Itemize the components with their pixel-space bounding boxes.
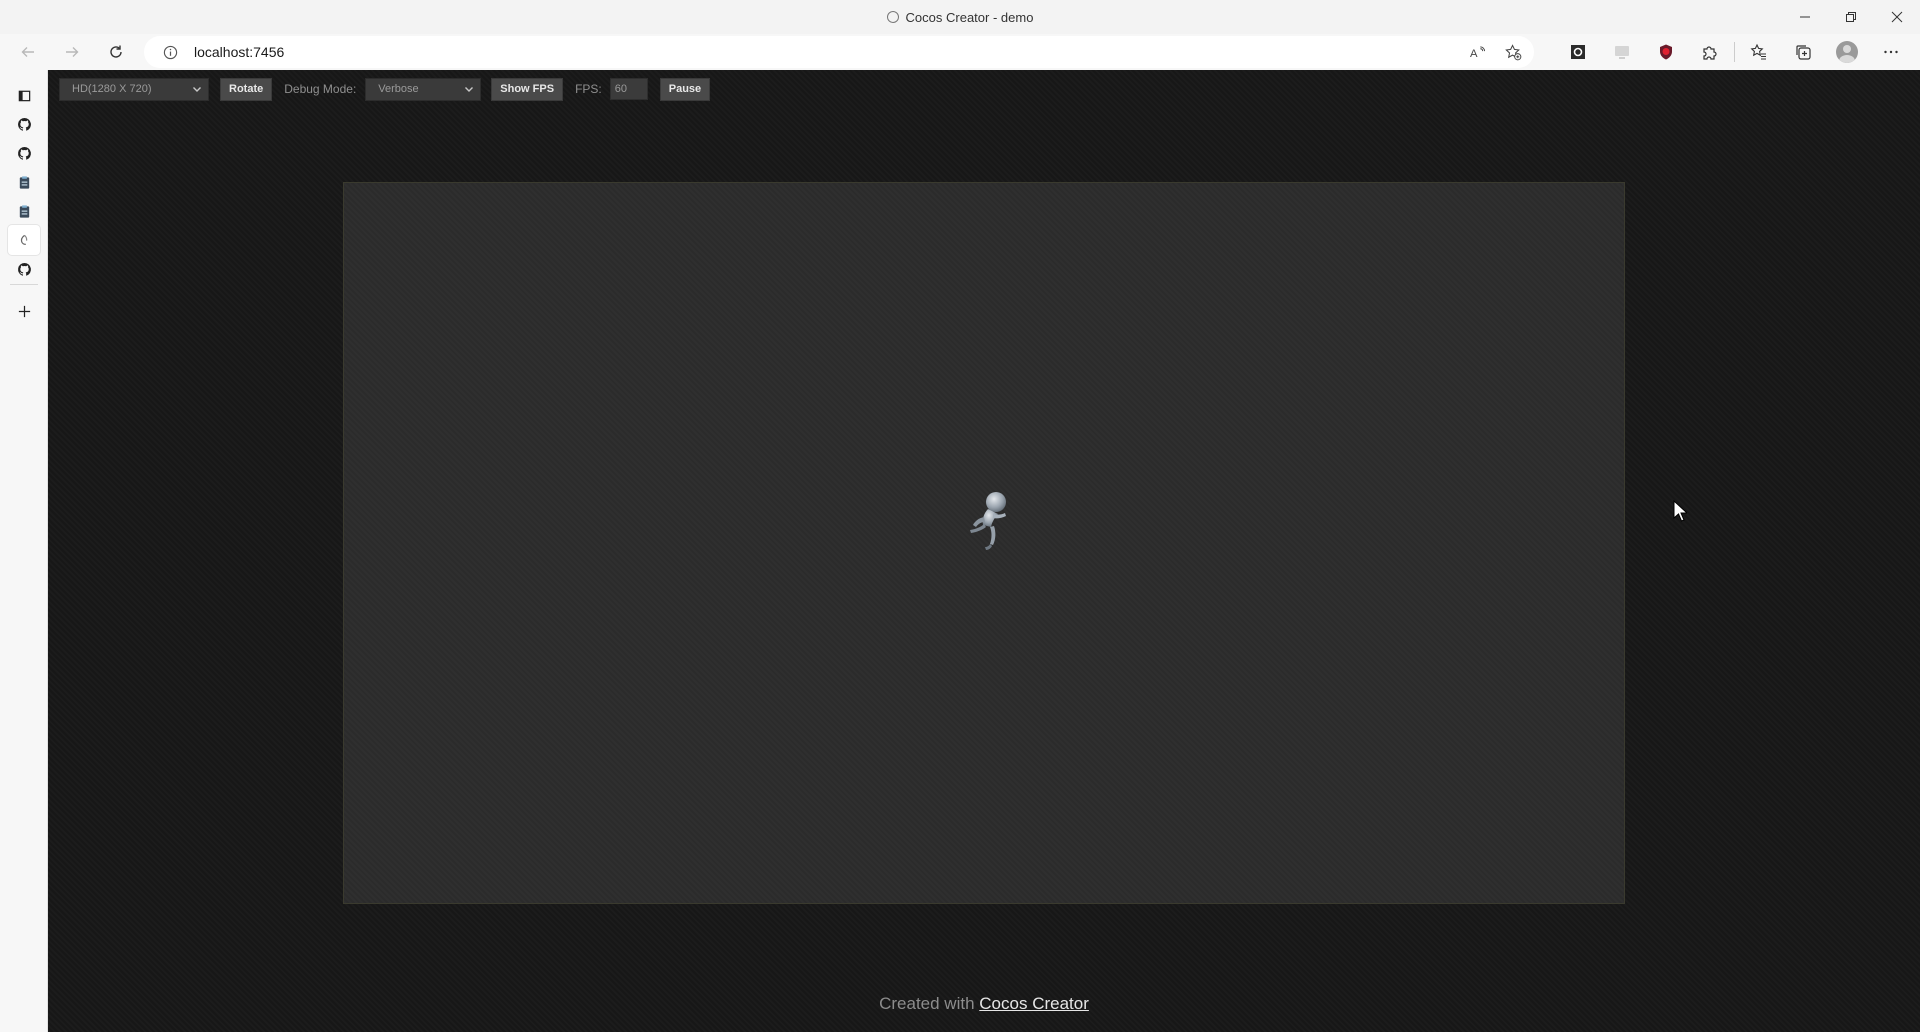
- minimize-button[interactable]: [1782, 0, 1828, 34]
- tab-strip-separator: [10, 284, 38, 285]
- tab-actions-button[interactable]: [8, 80, 40, 110]
- github-icon: [17, 146, 31, 160]
- more-options-button[interactable]: [1869, 34, 1913, 70]
- ellipsis-icon: [1884, 50, 1898, 54]
- cocos-icon: [20, 234, 27, 245]
- new-tab-button[interactable]: [8, 296, 40, 326]
- pause-button[interactable]: Pause: [659, 77, 711, 101]
- clipboard-icon: [19, 175, 29, 189]
- arrow-left-icon: [21, 47, 34, 57]
- show-fps-button[interactable]: Show FPS: [491, 77, 564, 101]
- arrow-right-icon: [66, 47, 79, 57]
- favorites-button[interactable]: [1737, 34, 1781, 70]
- collections-button[interactable]: [1781, 34, 1825, 70]
- restore-icon: [1846, 12, 1856, 22]
- fps-input[interactable]: 60: [609, 78, 648, 100]
- chevron-down-icon: [193, 86, 201, 92]
- cocos-favicon-icon: [886, 11, 899, 23]
- fps-label: FPS:: [575, 82, 602, 96]
- address-bar[interactable]: localhost:7456 A: [144, 36, 1534, 68]
- tab-clipboard-1[interactable]: [8, 167, 40, 197]
- preview-toolbar: HD(1280 X 720) Rotate Debug Mode: Verbos…: [59, 77, 711, 101]
- browser-toolbar: [1556, 34, 1913, 70]
- favorites-star-icon: [1750, 43, 1766, 60]
- tab-actions-icon: [18, 90, 30, 101]
- profile-button[interactable]: [1825, 34, 1869, 70]
- puzzle-icon: [1703, 46, 1717, 60]
- toolbar-separator: [1734, 42, 1735, 62]
- svg-text:A: A: [1470, 48, 1478, 60]
- refresh-icon: [110, 45, 122, 58]
- extension-shield-button[interactable]: [1644, 34, 1688, 70]
- title-bar: Cocos Creator - demo: [0, 0, 1920, 34]
- tab-github-3[interactable]: [8, 254, 40, 284]
- running-character-sprite: [970, 492, 1006, 550]
- clipboard-icon: [19, 204, 29, 218]
- mouse-cursor-icon: [1673, 500, 1687, 522]
- vertical-tab-strip: [0, 70, 48, 1032]
- forward-button[interactable]: [52, 34, 92, 70]
- resolution-select[interactable]: HD(1280 X 720): [59, 77, 209, 101]
- tab-cocos-creator-demo[interactable]: [8, 225, 40, 255]
- url-text[interactable]: localhost:7456: [194, 44, 284, 60]
- extensions-button[interactable]: [1688, 34, 1732, 70]
- window-title-group: Cocos Creator - demo: [886, 9, 1034, 25]
- outlook-extension-icon: [1571, 45, 1585, 59]
- close-button[interactable]: [1874, 0, 1920, 34]
- tab-clipboard-2[interactable]: [8, 196, 40, 226]
- navigation-bar: localhost:7456 A: [0, 34, 1920, 70]
- refresh-button[interactable]: [96, 34, 136, 70]
- read-aloud-icon[interactable]: A: [1462, 37, 1492, 67]
- extension-outlook-button[interactable]: [1556, 34, 1600, 70]
- window-title: Cocos Creator - demo: [905, 9, 1034, 25]
- page-content: HD(1280 X 720) Rotate Debug Mode: Verbos…: [48, 70, 1920, 1032]
- debug-mode-label: Debug Mode:: [284, 82, 357, 96]
- resolution-selected-value: HD(1280 X 720): [72, 83, 152, 95]
- address-bar-actions: A: [1462, 36, 1528, 68]
- back-button[interactable]: [8, 34, 48, 70]
- site-info-icon[interactable]: [162, 44, 178, 60]
- chevron-down-icon: [465, 86, 474, 92]
- add-favorite-icon[interactable]: [1498, 37, 1528, 67]
- plus-icon: [18, 305, 30, 317]
- red-shield-extension-icon: [1660, 44, 1672, 60]
- close-icon: [1891, 11, 1903, 23]
- extension-screen-button[interactable]: [1600, 34, 1644, 70]
- cocos-creator-link[interactable]: Cocos Creator: [979, 994, 1089, 1013]
- footer: Created with Cocos Creator: [48, 994, 1920, 1014]
- window-controls: [1782, 0, 1920, 34]
- restore-button[interactable]: [1828, 0, 1874, 34]
- minimize-icon: [1800, 16, 1810, 18]
- avatar-icon: [1836, 41, 1858, 63]
- debug-mode-selected-value: Verbose: [378, 83, 419, 95]
- github-icon: [17, 262, 31, 276]
- tab-github-2[interactable]: [8, 138, 40, 168]
- screen-extension-icon: [1615, 46, 1629, 59]
- debug-mode-select[interactable]: Verbose: [365, 77, 482, 101]
- footer-prefix: Created with: [879, 994, 975, 1013]
- github-icon: [17, 117, 31, 131]
- game-canvas[interactable]: [343, 182, 1625, 904]
- tab-github-1[interactable]: [8, 109, 40, 139]
- collections-icon: [1796, 45, 1811, 60]
- rotate-button[interactable]: Rotate: [220, 77, 273, 101]
